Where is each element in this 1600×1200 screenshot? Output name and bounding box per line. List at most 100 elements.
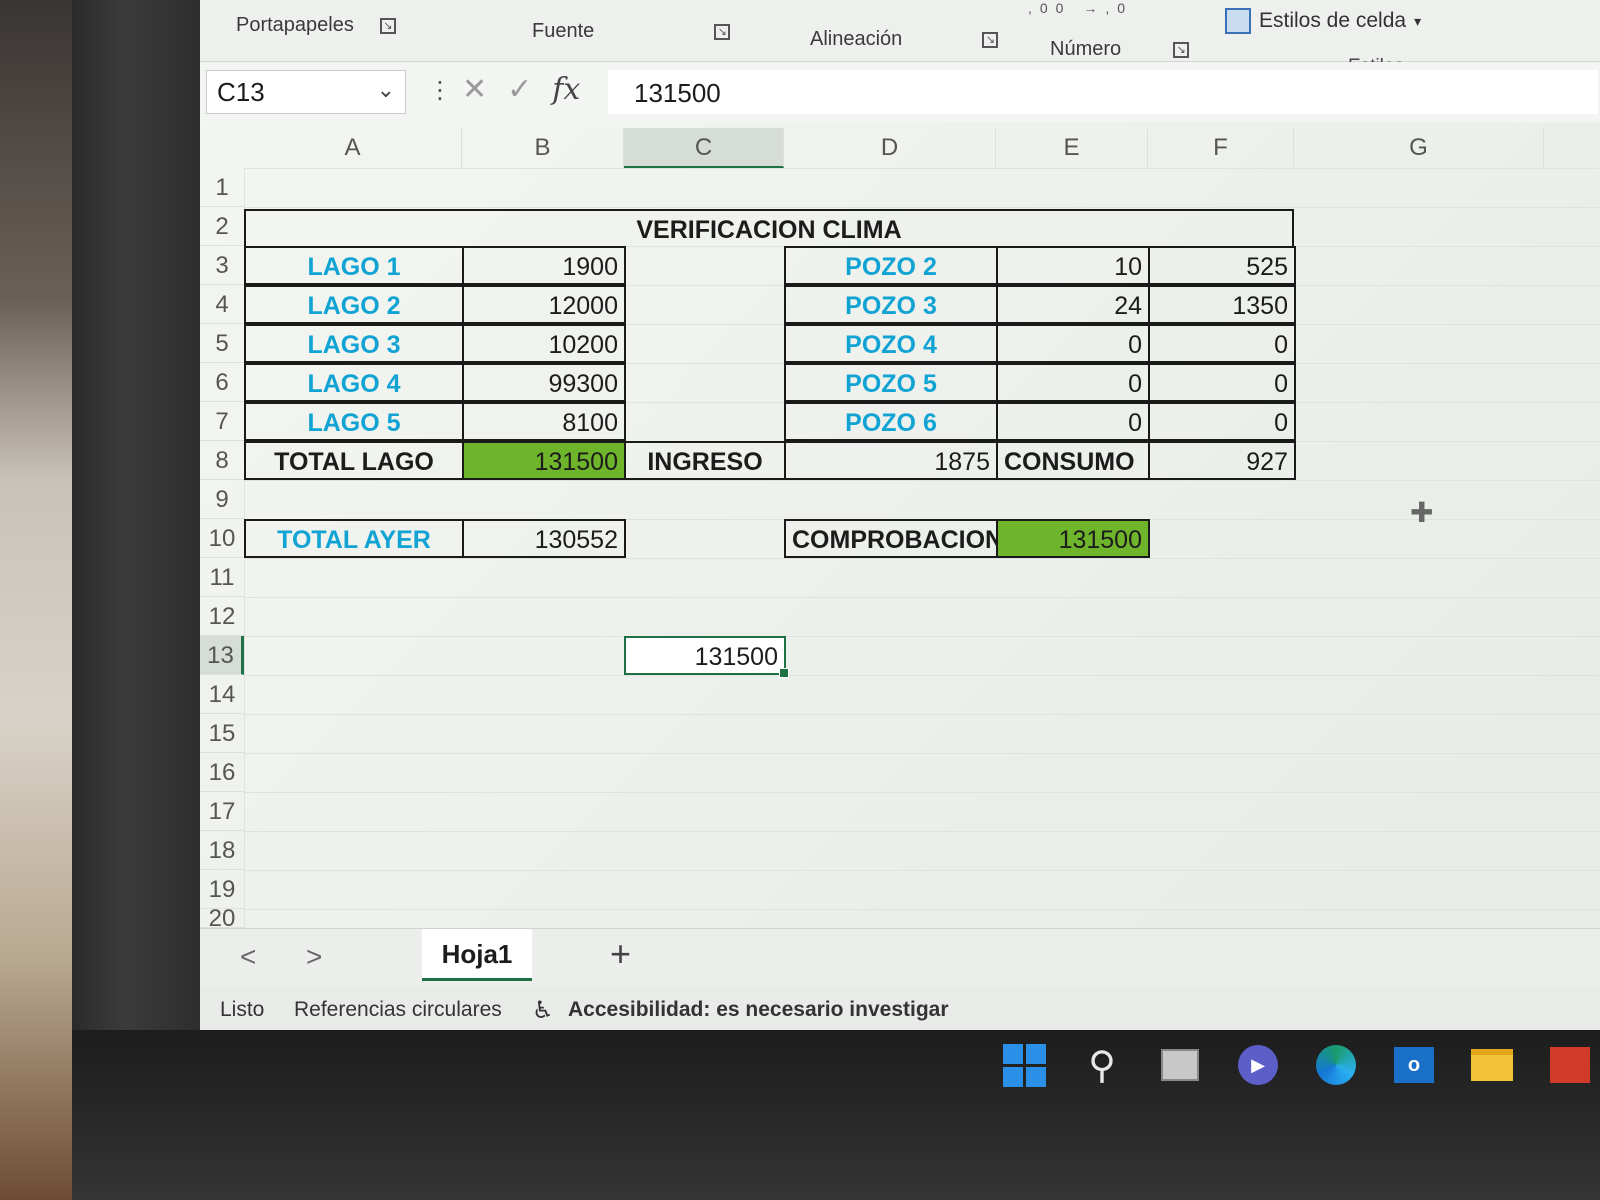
accessibility-icon[interactable]: ♿	[532, 996, 554, 1025]
file-explorer-icon[interactable]	[1470, 1043, 1514, 1087]
task-view-icon[interactable]	[1158, 1043, 1202, 1087]
cancel-icon[interactable]: ✕	[462, 72, 487, 107]
ingreso-label-cell[interactable]: INGRESO	[624, 441, 786, 480]
name-box[interactable]: C13 ⌄	[206, 70, 406, 114]
pozo-e-cell[interactable]: 0	[996, 324, 1150, 363]
add-sheet-icon[interactable]: +	[610, 933, 631, 975]
pozo-name-cell[interactable]: POZO 5	[784, 363, 998, 402]
lago-name-cell[interactable]: LAGO 2	[244, 285, 464, 324]
cell-cursor-icon: ✚	[1410, 497, 1434, 528]
row-header[interactable]: 2	[200, 207, 244, 246]
row-header[interactable]: 4	[200, 285, 244, 324]
consumo-value-cell[interactable]: 927	[1148, 441, 1296, 480]
formula-bar-actions: ✕ ✓ fx	[462, 72, 580, 107]
insert-function-icon[interactable]: fx	[552, 72, 580, 107]
total-ayer-value-cell[interactable]: 130552	[462, 519, 626, 558]
comprobacion-label-cell[interactable]: COMPROBACION	[784, 519, 998, 558]
dialog-launcher-icon[interactable]: ↘	[714, 23, 731, 40]
active-cell-c13[interactable]: 131500	[624, 636, 789, 678]
column-header-a[interactable]: A	[244, 128, 462, 168]
row-header[interactable]: 10	[200, 519, 244, 558]
column-header-g[interactable]: G	[1294, 128, 1544, 168]
pozo-name-cell[interactable]: POZO 3	[784, 285, 998, 324]
comprobacion-value-cell[interactable]: 131500	[996, 519, 1150, 558]
edge-browser-icon[interactable]	[1314, 1043, 1358, 1087]
chevron-down-icon[interactable]: ⌄	[377, 77, 395, 103]
lago-name-cell[interactable]: LAGO 4	[244, 363, 464, 402]
row-header[interactable]: 5	[200, 324, 244, 363]
row-header[interactable]: 19	[200, 870, 244, 909]
dialog-launcher-icon[interactable]: ↘	[379, 17, 396, 34]
more-options-icon[interactable]: ⋮	[428, 76, 452, 105]
column-header-c[interactable]: C	[624, 128, 784, 168]
row-header[interactable]: 8	[200, 441, 244, 480]
row-header[interactable]: 7	[200, 402, 244, 441]
column-header-b[interactable]: B	[462, 128, 624, 168]
lago-name-cell[interactable]: LAGO 1	[244, 246, 464, 285]
app-icon[interactable]	[1548, 1043, 1592, 1087]
pozo-e-cell[interactable]: 24	[996, 285, 1150, 324]
row-header[interactable]: 3	[200, 246, 244, 285]
dialog-launcher-icon[interactable]: ↘	[982, 31, 999, 48]
lago-value-cell[interactable]: 10200	[462, 324, 626, 363]
pozo-name-cell[interactable]: POZO 6	[784, 402, 998, 441]
confirm-icon[interactable]: ✓	[507, 72, 532, 107]
taskbar: ⚲ ▶ o	[990, 1030, 1600, 1100]
row-header[interactable]: 18	[200, 831, 244, 870]
row-header[interactable]: 20	[200, 907, 244, 931]
lago-name-cell[interactable]: LAGO 3	[244, 324, 464, 363]
ingreso-value-cell[interactable]: 1875	[784, 441, 998, 480]
dialog-launcher-icon[interactable]: ↘	[1173, 41, 1190, 58]
lago-value-cell[interactable]: 1900	[462, 246, 626, 285]
column-header-e[interactable]: E	[996, 128, 1148, 168]
pozo-e-cell[interactable]: 0	[996, 402, 1150, 441]
search-icon[interactable]: ⚲	[1080, 1043, 1124, 1087]
lago-value-cell[interactable]: 12000	[462, 285, 626, 324]
row-header[interactable]: 14	[200, 675, 244, 714]
ribbon-group-label: Portapapeles	[236, 14, 354, 36]
sheet-tab-hoja1[interactable]: Hoja1	[422, 929, 532, 981]
status-accessibility[interactable]: Accesibilidad: es necesario investigar	[568, 998, 949, 1022]
cell-styles-label: Estilos de celda	[1259, 9, 1407, 32]
pozo-name-cell[interactable]: POZO 2	[784, 246, 998, 285]
pozo-name-cell[interactable]: POZO 4	[784, 324, 998, 363]
row-header[interactable]: 16	[200, 753, 244, 792]
pozo-f-cell[interactable]: 525	[1148, 246, 1296, 285]
ribbon-group-label: Número	[1050, 38, 1122, 60]
pozo-e-cell[interactable]: 10	[996, 246, 1150, 285]
status-circular-references[interactable]: Referencias circulares	[294, 998, 502, 1022]
formula-input[interactable]: 131500	[608, 70, 1598, 114]
lago-value-cell[interactable]: 8100	[462, 402, 626, 441]
total-lago-label-cell[interactable]: TOTAL LAGO	[244, 441, 464, 480]
column-header-d[interactable]: D	[784, 128, 996, 168]
status-ready: Listo	[220, 998, 265, 1021]
status-bar: Listo Referencias circulares ♿ Accesibil…	[200, 986, 1600, 1035]
lago-value-cell[interactable]: 99300	[462, 363, 626, 402]
total-ayer-label-cell[interactable]: TOTAL AYER	[244, 519, 464, 558]
column-header-f[interactable]: F	[1148, 128, 1294, 168]
consumo-label-cell[interactable]: CONSUMO	[996, 441, 1150, 480]
row-header[interactable]: 17	[200, 792, 244, 831]
outlook-icon[interactable]: o	[1392, 1043, 1436, 1087]
meet-icon[interactable]: ▶	[1236, 1043, 1280, 1087]
row-header[interactable]: 9	[200, 480, 244, 519]
pozo-f-cell[interactable]: 0	[1148, 402, 1296, 441]
pozo-f-cell[interactable]: 0	[1148, 363, 1296, 402]
row-header[interactable]: 15	[200, 714, 244, 753]
pozo-e-cell[interactable]: 0	[996, 363, 1150, 402]
tab-scroll-left-icon[interactable]: <	[240, 941, 256, 973]
total-lago-value-cell[interactable]: 131500	[462, 441, 626, 480]
lago-name-cell[interactable]: LAGO 5	[244, 402, 464, 441]
pozo-f-cell[interactable]: 0	[1148, 324, 1296, 363]
pozo-f-cell[interactable]: 1350	[1148, 285, 1296, 324]
windows-start-icon[interactable]	[1002, 1043, 1046, 1087]
row-header[interactable]: 11	[200, 558, 244, 597]
cell-styles-button[interactable]: Estilos de celda ▾	[1225, 8, 1421, 34]
tab-scroll-right-icon[interactable]: >	[306, 941, 322, 973]
row-header[interactable]: 12	[200, 597, 244, 636]
row-header[interactable]: 1	[200, 168, 244, 207]
sheet-title-cell[interactable]: VERIFICACION CLIMA	[244, 209, 1294, 248]
row-header[interactable]: 13	[200, 636, 244, 675]
decimal-buttons[interactable]: ,00 →,0	[1028, 0, 1133, 16]
row-header[interactable]: 6	[200, 363, 244, 402]
